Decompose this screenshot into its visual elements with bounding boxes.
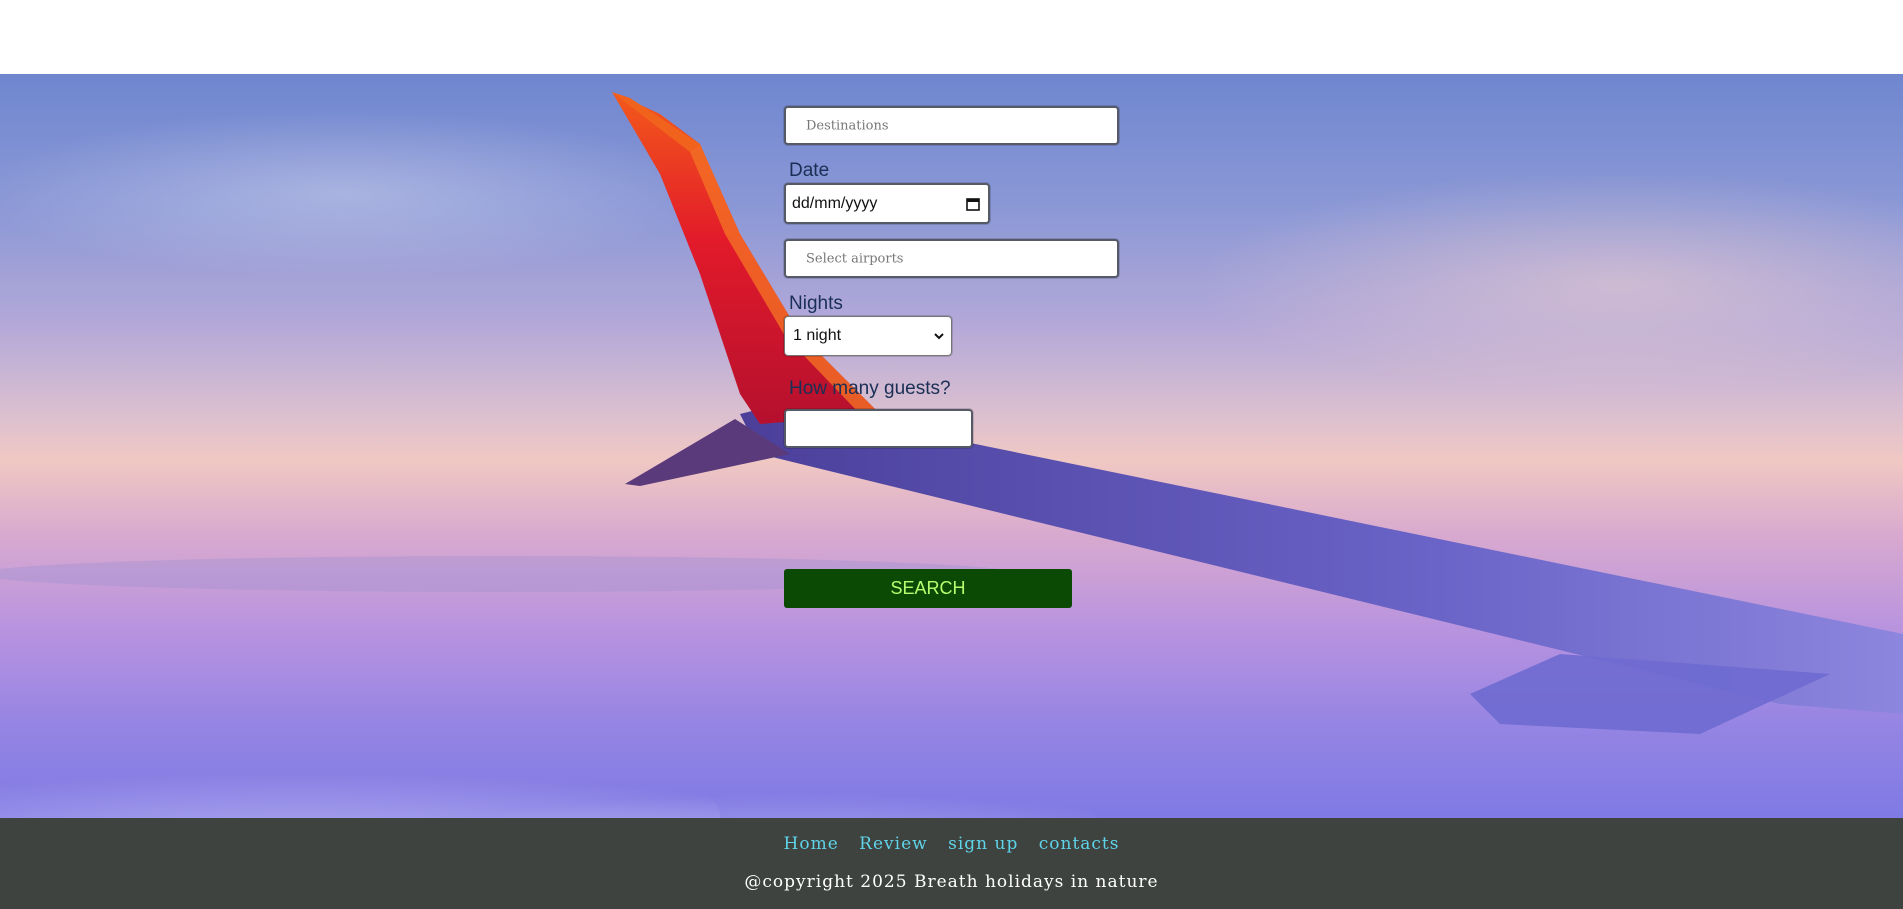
search-form: Destinations Date dd/mm/yyyy Select airp… (0, 74, 1903, 818)
date-input[interactable]: dd/mm/yyyy (784, 183, 990, 224)
top-bar (0, 0, 1903, 74)
destinations-input[interactable]: Destinations (784, 106, 1119, 145)
footer: Home Review sign up contacts @copyright … (0, 818, 1903, 909)
airports-placeholder: Select airports (806, 251, 904, 266)
nights-select[interactable]: 1 night (784, 316, 952, 356)
copyright-text: @copyright 2025 Breath holidays in natur… (744, 872, 1159, 892)
footer-link-contacts[interactable]: contacts (1039, 834, 1120, 854)
footer-link-review[interactable]: Review (859, 834, 928, 854)
destinations-placeholder: Destinations (806, 118, 889, 133)
search-button[interactable]: SEARCH (784, 569, 1072, 608)
calendar-icon[interactable] (966, 197, 980, 211)
airports-input[interactable]: Select airports (784, 239, 1119, 278)
footer-nav: Home Review sign up contacts (0, 834, 1903, 854)
guests-label: How many guests? (789, 378, 951, 399)
footer-link-sign-up[interactable]: sign up (948, 834, 1018, 854)
date-value: dd/mm/yyyy (792, 194, 878, 212)
nights-label: Nights (789, 293, 843, 314)
hero-section: Destinations Date dd/mm/yyyy Select airp… (0, 74, 1903, 818)
guests-input[interactable] (784, 409, 973, 448)
chevron-down-icon (934, 333, 944, 340)
date-label: Date (789, 160, 830, 181)
nights-selected-value: 1 night (793, 327, 842, 344)
footer-link-home[interactable]: Home (784, 834, 839, 854)
